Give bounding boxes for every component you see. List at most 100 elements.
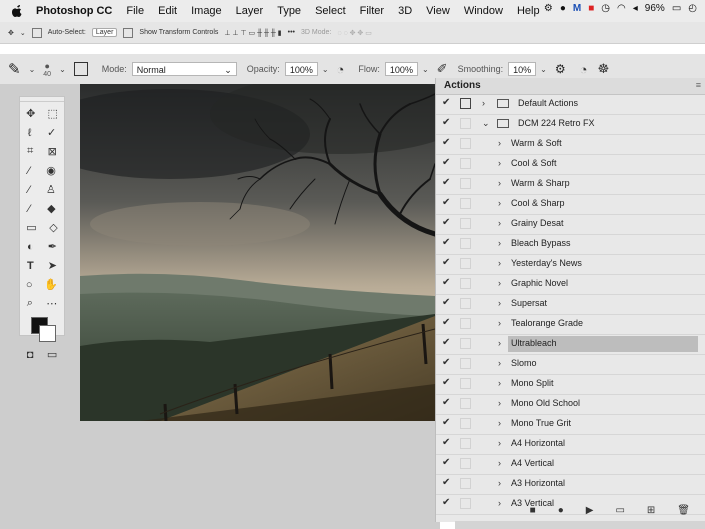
tool-preset-chevron-icon[interactable]: ⌄ [29, 65, 36, 74]
flow-field[interactable]: 100% [384, 62, 418, 76]
action-row[interactable]: ✔ › Warm & Soft [436, 135, 705, 155]
brush-panel-icon[interactable] [73, 62, 88, 76]
hand-icon[interactable]: ✋ [44, 278, 58, 291]
pen-icon[interactable]: ✒ [48, 240, 57, 253]
include-checkmark-icon[interactable]: ✔ [442, 397, 454, 408]
action-row[interactable]: ✔ › Warm & Sharp [436, 175, 705, 195]
clock-icon[interactable]: ◴ [688, 3, 697, 14]
smoothing-field[interactable]: 10% [508, 62, 537, 76]
volume-icon[interactable]: ◂ [633, 3, 638, 14]
stamp-icon[interactable]: ♙ [46, 183, 56, 196]
flow-chevron-icon[interactable]: ⌄ [422, 65, 429, 74]
symmetry-icon[interactable]: ☸ [597, 61, 609, 77]
include-checkmark-icon[interactable]: ✔ [442, 97, 454, 108]
modal-toggle-icon[interactable] [460, 318, 471, 329]
brush-tool-icon[interactable]: ✎ [8, 60, 21, 78]
include-checkmark-icon[interactable]: ✔ [442, 457, 454, 468]
chevron-right-icon[interactable]: › [498, 478, 501, 488]
modal-toggle-icon[interactable] [460, 278, 471, 289]
modal-toggle-icon[interactable] [460, 358, 471, 369]
eyedropper-icon[interactable]: ⁄ [28, 165, 30, 177]
modal-toggle-icon[interactable] [460, 218, 471, 229]
quick-select-icon[interactable]: ✓ [47, 126, 56, 139]
modal-toggle-icon[interactable] [460, 298, 471, 309]
chevron-right-icon[interactable]: › [498, 458, 501, 468]
action-row[interactable]: ✔ › Slomo [436, 355, 705, 375]
auto-select-dropdown[interactable]: Layer [91, 28, 118, 37]
include-checkmark-icon[interactable]: ✔ [442, 437, 454, 448]
chevron-right-icon[interactable]: › [498, 178, 501, 188]
brush-preset-picker[interactable]: ● 40 [43, 61, 51, 78]
lasso-icon[interactable]: ℓ [28, 127, 32, 139]
background-color-swatch[interactable] [39, 325, 56, 342]
action-row[interactable]: ✔ › Cool & Sharp [436, 195, 705, 215]
chevron-right-icon[interactable]: › [498, 218, 501, 228]
include-checkmark-icon[interactable]: ✔ [442, 357, 454, 368]
battery-label[interactable]: 96% [645, 3, 665, 14]
include-checkmark-icon[interactable]: ✔ [442, 297, 454, 308]
modal-toggle-icon[interactable] [460, 178, 471, 189]
chevron-right-icon[interactable]: › [498, 438, 501, 448]
menu-type[interactable]: Type [277, 5, 301, 17]
action-row[interactable]: ✔ › A3 Horizontal [436, 475, 705, 495]
panel-menu-icon[interactable]: ≡ [696, 80, 701, 90]
opacity-field[interactable]: 100% [284, 62, 318, 76]
show-transform-checkbox[interactable] [123, 27, 134, 38]
action-row[interactable]: ✔ › Yesterday's News [436, 255, 705, 275]
modal-toggle-icon[interactable] [460, 118, 471, 129]
screen-mode-icon[interactable]: ▭ [47, 348, 57, 361]
align-icons[interactable]: ⊥ ⊥ ⊤ ▭ ╫ ╫ ╫ ▮ [224, 29, 281, 37]
action-set-row[interactable]: ✔ › Default Actions [436, 95, 705, 115]
more-icon[interactable]: ••• [288, 29, 295, 36]
new-set-icon[interactable]: ▭ [615, 505, 624, 516]
quick-mask-icon[interactable]: ◘ [27, 349, 34, 361]
chevron-right-icon[interactable]: › [498, 258, 501, 268]
brush-icon[interactable]: ⁄ [28, 184, 30, 196]
chevron-right-icon[interactable]: › [498, 198, 501, 208]
action-row[interactable]: ✔ › Tealorange Grade [436, 315, 705, 335]
chevron-right-icon[interactable]: › [498, 278, 501, 288]
blur-icon[interactable]: ◇ [49, 221, 57, 234]
chevron-right-icon[interactable]: › [498, 318, 501, 328]
menu-3d[interactable]: 3D [398, 5, 412, 17]
menu-help[interactable]: Help [517, 5, 540, 17]
menu-layer[interactable]: Layer [236, 5, 264, 17]
opacity-chevron-icon[interactable]: ⌄ [322, 65, 329, 74]
include-checkmark-icon[interactable]: ✔ [442, 337, 454, 348]
chevron-right-icon[interactable]: › [498, 238, 501, 248]
modal-toggle-icon[interactable] [460, 138, 471, 149]
document-image[interactable] [80, 84, 435, 421]
modal-toggle-icon[interactable] [460, 438, 471, 449]
battery-icon[interactable]: ▭ [672, 3, 681, 14]
menu-filter[interactable]: Filter [360, 5, 384, 17]
modal-toggle-icon[interactable] [460, 398, 471, 409]
history-brush-icon[interactable]: ⁄ [28, 203, 30, 215]
mail-icon[interactable]: M [573, 3, 581, 14]
record-status-icon[interactable]: ■ [588, 3, 594, 14]
more-tools-icon[interactable]: ⋯ [46, 297, 57, 310]
modal-toggle-icon[interactable] [460, 338, 471, 349]
apple-icon[interactable] [10, 4, 24, 18]
zoom-icon[interactable]: ⌕ [27, 297, 33, 310]
gradient-icon[interactable]: ▭ [26, 221, 36, 234]
chevron-down-icon[interactable]: ⌄ [482, 118, 490, 129]
include-checkmark-icon[interactable]: ✔ [442, 317, 454, 328]
action-row[interactable]: ✔ › Grainy Desat [436, 215, 705, 235]
modal-toggle-icon[interactable] [460, 238, 471, 249]
include-checkmark-icon[interactable]: ✔ [442, 237, 454, 248]
brush-preset-chevron-icon[interactable]: ⌄ [59, 65, 66, 74]
delete-icon[interactable]: 🗑 [677, 505, 690, 516]
include-checkmark-icon[interactable]: ✔ [442, 137, 454, 148]
modal-toggle-icon[interactable] [460, 98, 471, 109]
modal-toggle-icon[interactable] [460, 158, 471, 169]
chevron-right-icon[interactable]: › [498, 378, 501, 388]
include-checkmark-icon[interactable]: ✔ [442, 157, 454, 168]
include-checkmark-icon[interactable]: ✔ [442, 477, 454, 488]
action-row[interactable]: ✔ › Ultrableach [436, 335, 705, 355]
action-set-row[interactable]: ✔ ⌄ DCM 224 Retro FX [436, 115, 705, 135]
include-checkmark-icon[interactable]: ✔ [442, 217, 454, 228]
include-checkmark-icon[interactable]: ✔ [442, 377, 454, 388]
include-checkmark-icon[interactable]: ✔ [442, 257, 454, 268]
smoothing-chevron-icon[interactable]: ⌄ [540, 65, 547, 74]
panel-grip[interactable] [20, 97, 64, 102]
